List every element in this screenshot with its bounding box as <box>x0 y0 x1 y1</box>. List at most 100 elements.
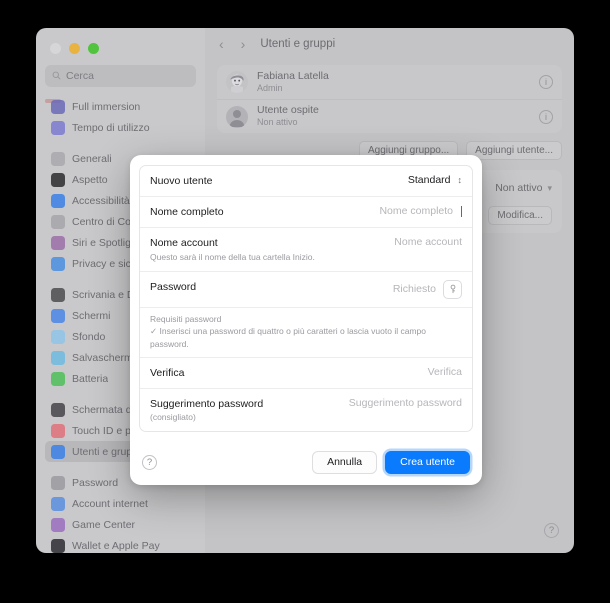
password-field-group: Richiesto <box>393 279 462 299</box>
guest-status-value: Non attivo <box>495 182 543 194</box>
row-password-hint: Suggerimento password (consigliato) Sugg… <box>140 388 472 431</box>
user-name: Fabiana Latella <box>257 69 329 82</box>
password-hint-placeholder: Suggerimento password <box>348 397 462 410</box>
verify-input[interactable]: Verifica <box>428 366 462 378</box>
display-icon <box>51 308 65 323</box>
user-name: Utente ospite <box>257 104 319 117</box>
sidebar-item-full-immersion[interactable]: Full immersion <box>45 96 196 117</box>
account-name-hint: Questo sarà il nome della tua cartella I… <box>150 251 315 262</box>
close-button[interactable] <box>50 43 61 54</box>
search-placeholder: Cerca <box>66 70 95 82</box>
sheet-footer-buttons: Annulla Crea utente <box>312 451 470 475</box>
hand-raised-icon <box>51 256 65 271</box>
dock-icon <box>51 287 65 302</box>
search-input[interactable]: Cerca <box>45 65 196 87</box>
user-status: Admin <box>257 82 283 93</box>
appearance-icon <box>51 172 65 187</box>
users-icon <box>51 444 65 459</box>
sidebar-item-label: Password <box>72 476 119 489</box>
account-name-input[interactable]: Nome account <box>394 236 462 248</box>
user-status: Non attivo <box>257 117 298 128</box>
password-requirement-text: Inserisci una password di quattro o più … <box>150 326 426 349</box>
new-user-form: Nuovo utente Standard ↕ Nome completo No… <box>139 165 473 433</box>
row-new-user: Nuovo utente Standard ↕ <box>140 166 472 196</box>
sheet-help-button[interactable]: ? <box>142 455 157 471</box>
sidebar-item-label: Aspetto <box>72 173 108 186</box>
user-row[interactable]: Utente ospite Non attivo i <box>217 99 562 133</box>
sidebar-item-label: Salvaschermo <box>72 351 139 364</box>
sidebar-item-label: Account internet <box>72 497 148 510</box>
sidebar-item-tempo-di-utilizzo[interactable]: Tempo di utilizzo <box>45 117 196 138</box>
row-password: Password Richiesto <box>140 270 472 307</box>
back-button[interactable]: ‹ <box>219 37 224 51</box>
row-verify: Verifica Verifica <box>140 357 472 388</box>
help-button[interactable]: ? <box>544 523 559 538</box>
password-requirements-title: Requisiti password <box>150 313 222 324</box>
sidebar-item-label: Batteria <box>72 372 109 385</box>
user-row[interactable]: Fabiana Latella Admin i <box>217 65 562 99</box>
sidebar-item-label: Sfondo <box>72 330 106 343</box>
chevron-updown-icon[interactable]: ▾ <box>547 183 552 194</box>
toolbar: ‹ › Utenti e gruppi <box>205 28 574 59</box>
password-hint-label: Suggerimento password <box>150 398 264 411</box>
hourglass-icon <box>51 120 65 135</box>
sidebar-item-game-center[interactable]: Game Center <box>45 514 196 535</box>
sidebar-item-label: Game Center <box>72 518 136 531</box>
row-account-name: Nome account Questo sarà il nome della t… <box>140 227 472 270</box>
sheet-body: Nuovo utente Standard ↕ Nome completo No… <box>130 155 482 433</box>
zoom-button[interactable] <box>88 43 99 54</box>
accessibility-icon <box>51 193 65 208</box>
battery-icon <box>51 371 65 386</box>
cancel-button[interactable]: Annulla <box>312 451 378 475</box>
password-hint-sub: (consigliato) <box>150 412 196 423</box>
new-user-type-popup[interactable]: Standard ↕ <box>408 174 462 186</box>
full-name-input[interactable]: Nome completo <box>379 205 462 217</box>
sidebar-group-0: Full immersion Tempo di utilizzo <box>45 91 196 143</box>
text-caret <box>461 205 462 217</box>
forward-button[interactable]: › <box>241 37 246 51</box>
password-hint-input[interactable]: Suggerimento password <box>349 397 462 409</box>
sidebar-item-label: Full immersion <box>72 100 141 113</box>
minimize-button[interactable] <box>69 43 80 54</box>
wallpaper-icon <box>51 329 65 344</box>
user-list: Fabiana Latella Admin i Utente ospite Non at… <box>217 65 562 133</box>
page-title: Utenti e gruppi <box>260 37 336 50</box>
at-sign-icon <box>51 496 65 511</box>
new-user-type-value: Standard <box>407 174 451 186</box>
key-icon <box>51 475 65 490</box>
screensaver-icon <box>51 350 65 365</box>
person-avatar <box>226 105 248 128</box>
sidebar-item-account-internet[interactable]: Account internet <box>45 493 196 514</box>
create-user-button[interactable]: Crea utente <box>385 451 470 475</box>
row-password-requirements: Requisiti password ✓ Inserisci una passw… <box>140 306 472 358</box>
info-icon[interactable]: i <box>539 109 553 124</box>
game-center-icon <box>51 517 65 532</box>
edit-button[interactable]: Modifica... <box>488 206 552 225</box>
password-placeholder[interactable]: Richiesto <box>393 283 436 295</box>
sidebar-item-wallet-e-apple-pay[interactable]: Wallet e Apple Pay <box>45 535 196 553</box>
wallet-icon <box>51 538 65 553</box>
search-icon <box>52 67 61 85</box>
verify-label: Verifica <box>150 367 185 380</box>
history-navigation: ‹ › <box>219 37 245 51</box>
row-full-name: Nome completo Nome completo <box>140 196 472 227</box>
user-texts: Fabiana Latella Admin <box>257 70 530 94</box>
touch-id-icon <box>51 423 65 438</box>
moon-icon <box>51 99 65 114</box>
new-user-label: Nuovo utente <box>150 175 213 187</box>
password-label: Password <box>150 280 197 293</box>
control-center-icon <box>51 214 65 229</box>
memoji-avatar <box>226 71 248 93</box>
chevron-updown-icon: ↕ <box>457 174 463 185</box>
sheet-footer: ? Annulla Crea utente <box>130 441 482 485</box>
user-texts: Utente ospite Non attivo <box>257 104 530 128</box>
sidebar-item-label: Generali <box>72 152 112 165</box>
verify-placeholder: Verifica <box>427 366 462 379</box>
checkmark-icon: ✓ <box>150 326 158 337</box>
gear-icon <box>51 151 65 166</box>
add-user-button[interactable]: Aggiungi utente... <box>466 141 562 160</box>
key-icon[interactable] <box>443 279 462 299</box>
account-name-placeholder: Nome account <box>394 236 462 249</box>
sidebar-item-label: Schermi <box>72 309 111 322</box>
info-icon[interactable]: i <box>539 75 553 89</box>
